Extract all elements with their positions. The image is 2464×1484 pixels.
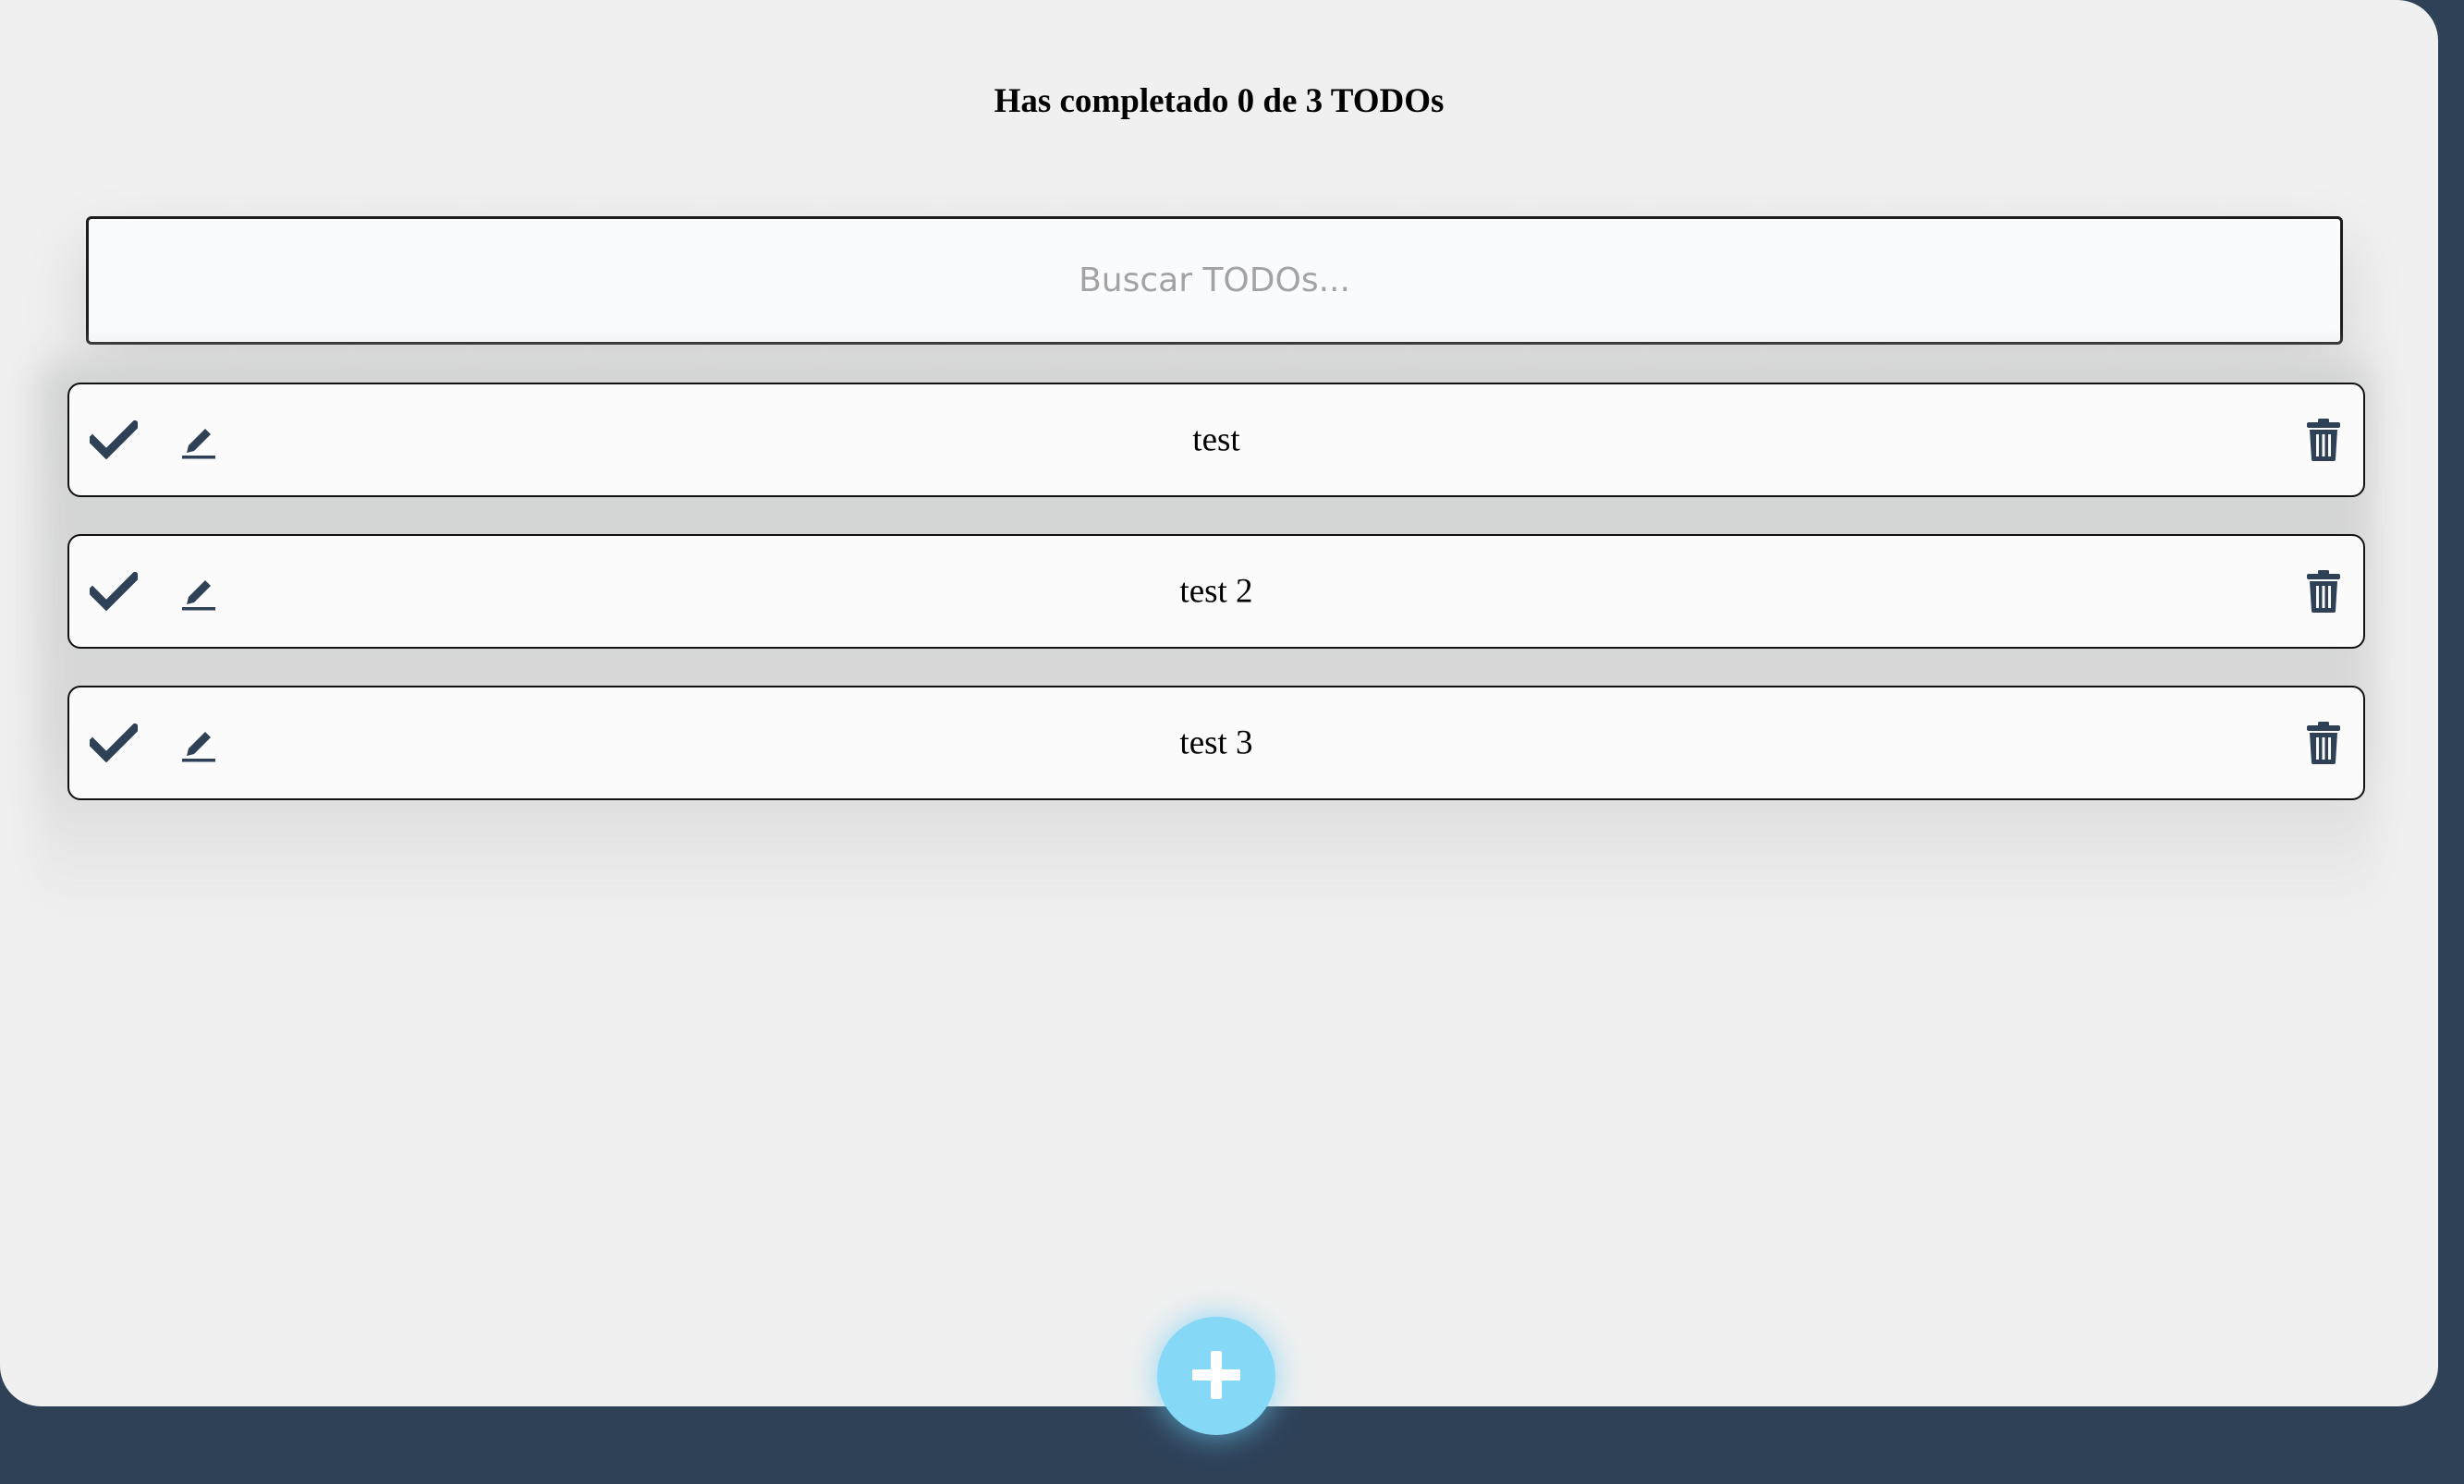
todo-item: test 2 — [67, 534, 2365, 649]
todo-list: test test 2 test 3 — [67, 383, 2365, 837]
todo-item: test — [67, 383, 2365, 497]
trash-icon[interactable] — [2306, 721, 2341, 765]
plus-icon — [1189, 1347, 1244, 1405]
search-box — [86, 216, 2343, 345]
trash-icon[interactable] — [2306, 569, 2341, 614]
app-card: Has completado 0 de 3 TODOs test tes — [0, 0, 2438, 1406]
todo-counter: Has completado 0 de 3 TODOs — [994, 82, 1445, 120]
add-todo-button[interactable] — [1157, 1317, 1275, 1435]
todo-text: test — [1192, 420, 1240, 459]
todo-text: test 3 — [1179, 724, 1253, 762]
todo-item: test 3 — [67, 686, 2365, 800]
trash-icon[interactable] — [2306, 418, 2341, 462]
todo-text: test 2 — [1179, 572, 1253, 611]
search-input[interactable] — [89, 219, 2340, 342]
